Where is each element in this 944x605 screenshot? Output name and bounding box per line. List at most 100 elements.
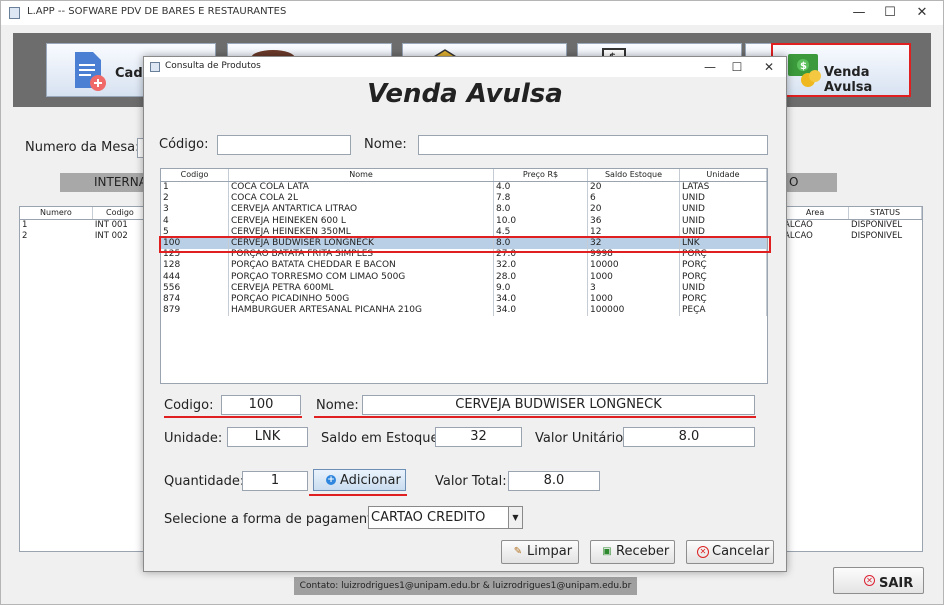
saldo-cell: 10000 xyxy=(588,260,680,272)
table-row[interactable]: 2 INT 002 xyxy=(20,231,148,242)
plus-circle-icon: + xyxy=(326,475,336,485)
close-icon[interactable]: ✕ xyxy=(907,4,937,22)
mesas-header-right: O xyxy=(781,173,837,192)
saldo-cell: 36 xyxy=(588,215,680,227)
table-row[interactable]: 556 CERVEJA PETRA 600ML 9.0 3 UNID xyxy=(161,282,767,294)
cash-icon: ▣ xyxy=(602,546,612,557)
preco-cell: 34.0 xyxy=(494,305,588,317)
codigo-cell: 4 xyxy=(161,215,229,227)
cancelar-button[interactable]: ✕ Cancelar xyxy=(686,540,774,564)
sair-button[interactable]: ✕ SAIR xyxy=(833,567,924,594)
chevron-down-icon[interactable]: ▼ xyxy=(508,507,522,528)
codigo-cell: 879 xyxy=(161,305,229,317)
unidade-cell: PORÇ xyxy=(680,271,767,283)
nome-label: Nome: xyxy=(316,398,359,413)
column-header-unidade[interactable]: Unidade xyxy=(680,169,767,181)
saldo-cell: 6 xyxy=(588,193,680,205)
codigo-cell: 874 xyxy=(161,293,229,306)
preco-cell: 7.8 xyxy=(494,193,588,205)
mesa-label: Numero da Mesa: xyxy=(25,140,140,155)
saldo-cell: 3 xyxy=(588,282,680,294)
search-nome-input[interactable] xyxy=(418,135,768,155)
table-row[interactable]: ALCÃO DISPONIVEL xyxy=(782,231,922,242)
table-cell: INT 001 xyxy=(94,220,128,230)
valor-total-field[interactable]: 8.0 xyxy=(508,471,600,491)
preco-cell: 34.0 xyxy=(494,293,588,306)
dialog-titlebar: Consulta de Produtos — ☐ ✕ xyxy=(144,57,786,77)
table-header: Area STATUS xyxy=(782,207,922,220)
venda-avulsa-highlight xyxy=(771,43,911,97)
selected-row-highlight xyxy=(159,236,771,253)
page-title: Venda Avulsa xyxy=(367,79,563,109)
adicionar-button[interactable]: + Adicionar xyxy=(313,469,406,491)
column-header[interactable]: Codigo xyxy=(93,207,148,219)
codigo-field[interactable]: 100 xyxy=(221,395,301,415)
quantidade-label: Quantidade: xyxy=(164,474,245,489)
codigo-underline xyxy=(164,416,302,418)
limpar-button[interactable]: ✎ Limpar xyxy=(501,540,579,564)
saldo-estoque-field[interactable]: 32 xyxy=(435,427,522,447)
preco-cell: 10.0 xyxy=(494,215,588,227)
saldo-estoque-label: Saldo em Estoque: xyxy=(321,431,443,446)
table-cell: INT 002 xyxy=(94,231,128,241)
dialog-minimize-icon[interactable]: — xyxy=(697,58,723,76)
table-row[interactable]: 444 PORÇAO TORRESMO COM LIMAO 500G 28.0 100… xyxy=(161,271,767,283)
nome-field[interactable]: CERVEJA BUDWISER LONGNECK xyxy=(362,395,755,415)
column-header-nome[interactable]: Nome xyxy=(229,169,494,181)
pagamento-value: CARTAO CREDITO xyxy=(371,510,486,525)
column-header-preco[interactable]: Preço R$ xyxy=(494,169,588,181)
limpar-label: Limpar xyxy=(527,544,573,559)
unidade-cell: PORÇ xyxy=(680,293,767,306)
unidade-label: Unidade: xyxy=(164,431,223,446)
unidade-cell: LATAS xyxy=(680,182,767,194)
search-codigo-input[interactable] xyxy=(217,135,351,155)
contact-footer: Contato: luizrodrigues1@unipam.edu.br & … xyxy=(294,577,637,595)
saldo-cell: 20 xyxy=(588,204,680,216)
dialog-title: Consulta de Produtos xyxy=(165,61,261,71)
preco-cell: 8.0 xyxy=(494,204,588,216)
column-header[interactable]: Area xyxy=(782,207,850,219)
pagamento-select[interactable]: CARTAO CREDITO ▼ xyxy=(368,506,523,529)
app-icon xyxy=(9,7,20,19)
mesas-internas-table[interactable]: Numero Codigo 1 INT 001 2 INT 002 xyxy=(19,206,149,552)
column-header[interactable]: Numero xyxy=(20,207,93,219)
table-row[interactable]: ALCÃO DISPONIVEL xyxy=(782,220,922,231)
table-row[interactable]: 2 COCA COLA 2L 7.8 6 UNID xyxy=(161,193,767,205)
preco-cell: 28.0 xyxy=(494,271,588,283)
sair-label: SAIR xyxy=(879,576,914,591)
maximize-icon[interactable]: ☐ xyxy=(875,4,905,22)
nome-cell: CERVEJA PETRA 600ML xyxy=(229,282,494,294)
quantidade-field[interactable]: 1 xyxy=(242,471,308,491)
dialog-close-icon[interactable]: ✕ xyxy=(756,58,782,76)
produtos-table[interactable]: Codigo Nome Preço R$ Saldo Estoque Unida… xyxy=(160,168,768,384)
preco-cell: 9.0 xyxy=(494,282,588,294)
valor-unitario-field[interactable]: 8.0 xyxy=(623,427,755,447)
table-row[interactable]: 128 PORÇAO BATATA CHEDDAR E BACON 32.0 1000… xyxy=(161,260,767,272)
table-row[interactable]: 1 INT 001 xyxy=(20,220,148,231)
unidade-field[interactable]: LNK xyxy=(227,427,308,447)
codigo-cell: 1 xyxy=(161,182,229,194)
receber-button[interactable]: ▣ Receber xyxy=(590,540,675,564)
table-row[interactable]: 879 HAMBURGUER ARTESANAL PICANHA 210G 34.0… xyxy=(161,305,767,317)
column-header-saldo[interactable]: Saldo Estoque xyxy=(588,169,680,181)
preco-cell: 32.0 xyxy=(494,260,588,272)
table-row[interactable]: 4 CERVEJA HEINEKEN 600 L 10.0 36 UNID xyxy=(161,215,767,227)
internas-header: INTERNA xyxy=(60,173,150,192)
unidade-cell: PEÇA xyxy=(680,305,767,317)
codigo-cell: 444 xyxy=(161,271,229,283)
unidade-cell: UNID xyxy=(680,215,767,227)
saldo-cell: 20 xyxy=(588,182,680,194)
table-cell: ALCÃO xyxy=(784,220,813,230)
minimize-icon[interactable]: — xyxy=(844,4,874,22)
document-add-icon xyxy=(75,52,106,91)
mesas-status-table[interactable]: Area STATUS ALCÃO DISPONIVEL ALCÃO DISPO… xyxy=(781,206,923,552)
column-header[interactable]: STATUS xyxy=(849,207,922,219)
table-row[interactable]: 1 COCA COLA LATA 4.0 20 LATAS xyxy=(161,182,767,194)
preco-cell: 4.0 xyxy=(494,182,588,194)
dialog-maximize-icon[interactable]: ☐ xyxy=(724,58,750,76)
search-nome-label: Nome: xyxy=(364,137,407,152)
table-row[interactable]: 3 CERVEJA ANTARTICA LITRAO 8.0 20 UNID xyxy=(161,204,767,216)
column-header-codigo[interactable]: Codigo xyxy=(161,169,229,181)
main-window-title: L.APP -- SOFWARE PDV DE BARES E RESTAURA… xyxy=(27,6,287,17)
table-row[interactable]: 874 PORÇAO PICADINHO 500G 34.0 1000 PORÇ xyxy=(161,293,767,306)
